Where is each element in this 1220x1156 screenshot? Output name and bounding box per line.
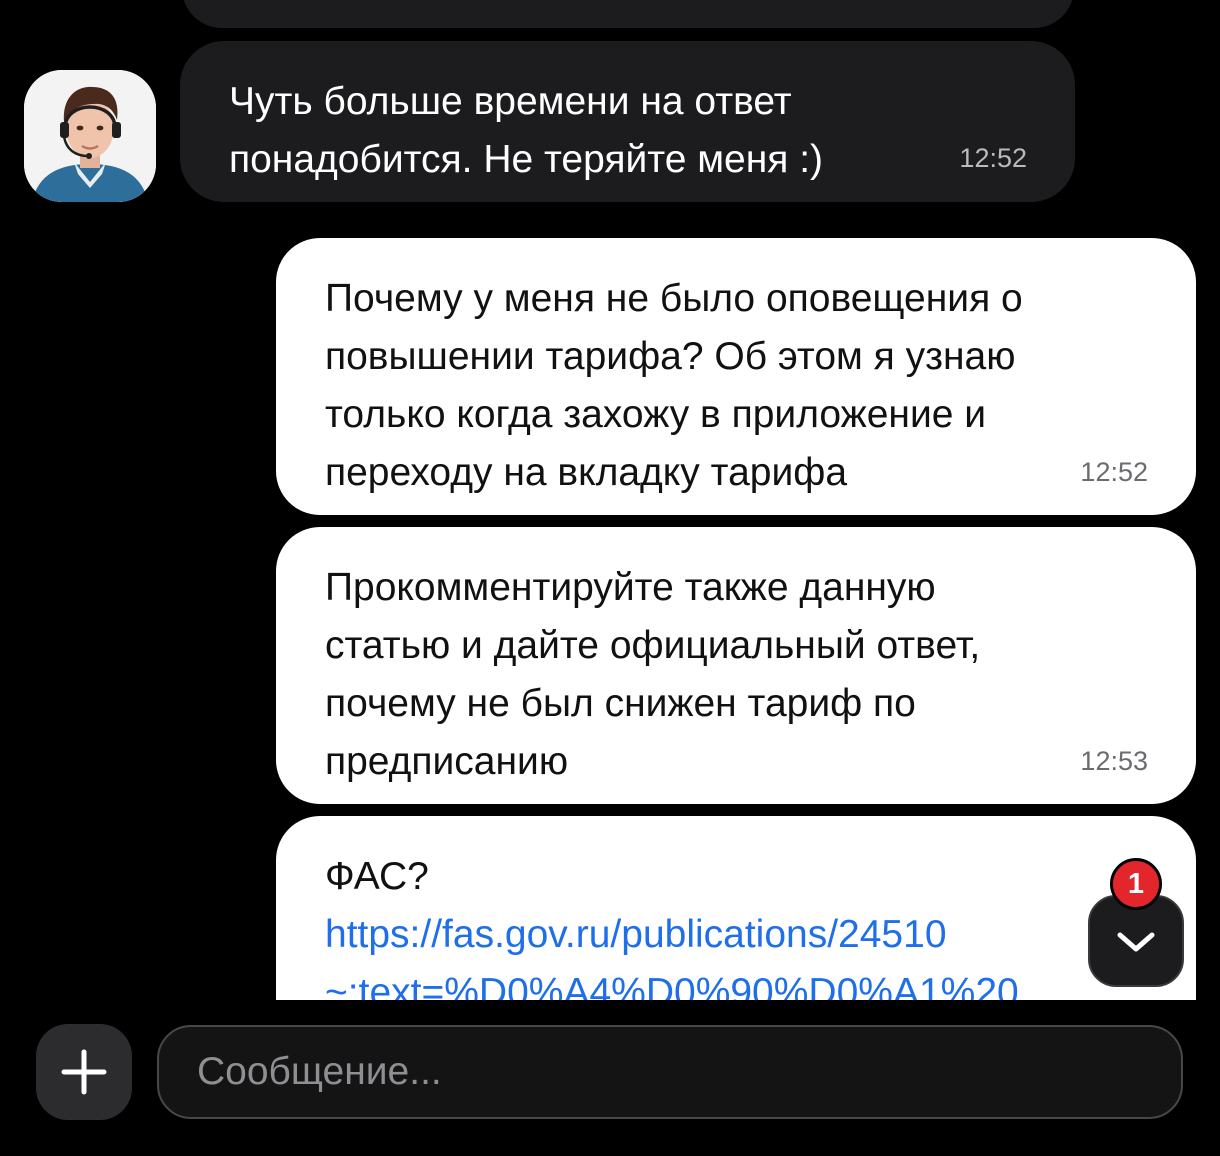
message-text: Чуть больше времени на ответ понадобится… (229, 80, 824, 181)
plus-icon (61, 1049, 107, 1095)
unread-count-badge: 1 (1110, 858, 1162, 910)
message-time: 12:53 (1080, 746, 1148, 776)
message-text: ФАС? (325, 855, 429, 898)
message-time: 12:52 (959, 143, 1027, 173)
attach-button[interactable] (36, 1024, 132, 1120)
message-text: Почему у меня не было оповещения о повыш… (325, 277, 1023, 494)
message-link[interactable]: https://fas.gov.ru/publications/24510 (325, 906, 1196, 964)
user-message-with-link[interactable]: ФАС? https://fas.gov.ru/publications/245… (276, 816, 1196, 1000)
user-message[interactable]: Прокомментируйте также данную статью и д… (276, 527, 1196, 804)
message-text: Прокомментируйте также данную статью и д… (325, 566, 981, 783)
message-input[interactable] (157, 1025, 1183, 1119)
message-composer (0, 1000, 1220, 1156)
chevron-down-icon (1117, 932, 1155, 952)
agent-message[interactable]: Чуть больше времени на ответ понадобится… (180, 41, 1075, 202)
message-time: 12:52 (1080, 457, 1148, 487)
previous-agent-message (182, 0, 1074, 28)
chat-screen: Чуть больше времени на ответ понадобится… (0, 0, 1220, 1156)
message-link-continuation[interactable]: ~:text=%D0%A4%D0%90%D0%A1%20 (325, 964, 1196, 1000)
agent-avatar-image (24, 70, 156, 202)
agent-avatar[interactable] (24, 70, 156, 202)
message-list[interactable]: Чуть больше времени на ответ понадобится… (0, 0, 1220, 1000)
user-message[interactable]: Почему у меня не было оповещения о повыш… (276, 238, 1196, 515)
